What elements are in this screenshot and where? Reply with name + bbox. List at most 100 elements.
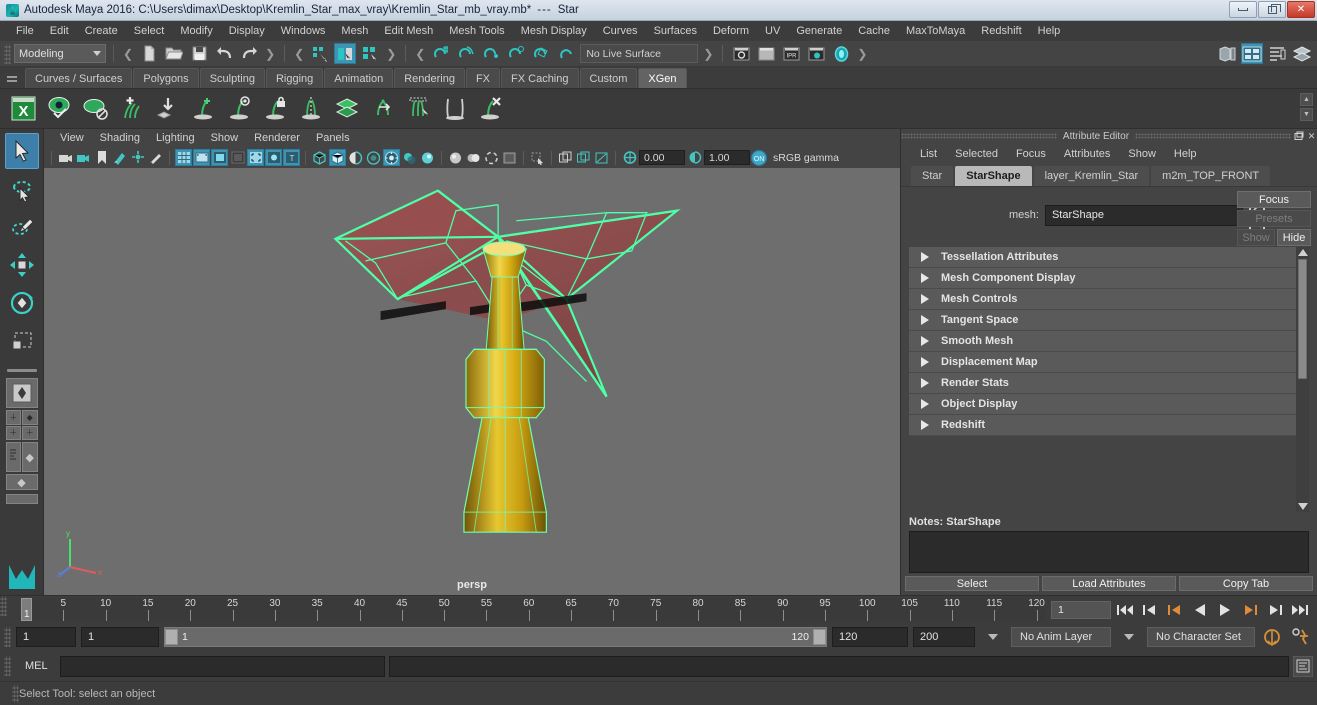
snap-to-point-icon[interactable]	[480, 43, 502, 64]
shelf-tab-rendering[interactable]: Rendering	[394, 68, 465, 88]
command-input[interactable]	[59, 655, 385, 677]
range-start-field[interactable]: 1	[81, 627, 159, 647]
textured-icon[interactable]	[365, 149, 382, 166]
close-icon[interactable]: ✕	[1306, 131, 1317, 142]
ae-tab-m2m-top-front[interactable]: m2m_TOP_FRONT	[1151, 166, 1271, 186]
panel-display-icon[interactable]	[575, 149, 592, 166]
section-mesh-component-display[interactable]: Mesh Component Display	[909, 268, 1309, 289]
menu-uv[interactable]: UV	[757, 23, 788, 39]
menu-edit-mesh[interactable]: Edit Mesh	[376, 23, 441, 39]
step-forward-frame-icon[interactable]	[1239, 600, 1261, 620]
menu-mesh[interactable]: Mesh	[333, 23, 376, 39]
channel-box-toggle-icon[interactable]	[1266, 43, 1288, 64]
menu-surfaces[interactable]: Surfaces	[646, 23, 705, 39]
section-redshift[interactable]: Redshift	[909, 415, 1309, 436]
scale-tool[interactable]	[5, 323, 39, 359]
menu-deform[interactable]: Deform	[705, 23, 757, 39]
single-perspective-layout[interactable]	[5, 378, 38, 408]
animation-start-field[interactable]: 1	[16, 627, 76, 647]
live-surface-field[interactable]: No Live Surface	[580, 44, 699, 63]
snap-to-curve-icon[interactable]	[455, 43, 477, 64]
xgen-mirror-guide-icon[interactable]	[296, 94, 326, 124]
menu-generate[interactable]: Generate	[788, 23, 850, 39]
load-attributes-button[interactable]: Load Attributes	[1042, 576, 1176, 591]
focus-button[interactable]: Focus	[1237, 191, 1311, 208]
minimize-button[interactable]	[1229, 1, 1257, 18]
anim-layer-dropdown-arrow[interactable]	[980, 627, 1006, 647]
ae-tab-starshape[interactable]: StarShape	[955, 166, 1032, 186]
snap-to-grid-icon[interactable]	[430, 43, 452, 64]
xgen-add-description-icon[interactable]	[116, 94, 146, 124]
shelf-tab-xgen[interactable]: XGen	[638, 68, 687, 88]
safe-title-icon[interactable]: T	[283, 149, 300, 166]
isolate-select-icon[interactable]	[557, 149, 574, 166]
animation-preferences-icon[interactable]	[1289, 626, 1313, 648]
save-scene-icon[interactable]	[188, 43, 210, 64]
expand-arrow-icon-4[interactable]: ❯	[855, 47, 869, 61]
shelf-scroll-up-button[interactable]: ▲	[1300, 93, 1313, 106]
collapse-arrow-icon[interactable]: ❮	[121, 47, 135, 61]
menu-redshift[interactable]: Redshift	[973, 23, 1029, 39]
timeslider-grip[interactable]	[0, 596, 7, 616]
exposure-field[interactable]: 0.00	[639, 150, 685, 165]
undock-icon[interactable]	[1293, 131, 1304, 142]
menuset-selector[interactable]: Modeling	[14, 44, 106, 63]
section-smooth-mesh[interactable]: Smooth Mesh	[909, 331, 1309, 352]
play-backwards-icon[interactable]	[1189, 600, 1211, 620]
select-tool[interactable]	[4, 133, 39, 169]
section-object-display[interactable]: Object Display	[909, 394, 1309, 415]
viewport-menu-view[interactable]: View	[52, 131, 92, 145]
expand-arrow-icon-2[interactable]: ❯	[384, 47, 398, 61]
select-by-object-icon[interactable]	[334, 43, 357, 64]
exposure-icon[interactable]	[621, 149, 638, 166]
xray-icon[interactable]	[483, 149, 500, 166]
section-render-stats[interactable]: Render Stats	[909, 373, 1309, 394]
viewport-menu-renderer[interactable]: Renderer	[246, 131, 308, 145]
grease-pencil-icon[interactable]	[147, 149, 164, 166]
menu-maxtomaya[interactable]: MaxToMaya	[898, 23, 973, 39]
character-set-dropdown-arrow[interactable]	[1116, 627, 1142, 647]
new-scene-icon[interactable]	[138, 43, 160, 64]
collapse-arrow-icon-3[interactable]: ❮	[413, 47, 427, 61]
viewport-menu-panels[interactable]: Panels	[308, 131, 358, 145]
restore-button[interactable]	[1258, 1, 1286, 18]
ae-menu-attributes[interactable]: Attributes	[1055, 146, 1119, 162]
kremlin-star-model[interactable]	[44, 168, 900, 595]
anim-layer-select[interactable]: No Anim Layer	[1011, 627, 1111, 647]
shelf-tab-curves-surfaces[interactable]: Curves / Surfaces	[25, 68, 133, 88]
menu-help[interactable]: Help	[1030, 23, 1069, 39]
panel-drag-dots-left[interactable]	[901, 133, 1057, 139]
xray-joints-icon[interactable]	[501, 149, 518, 166]
step-forward-keyframe-icon[interactable]	[1264, 600, 1286, 620]
ae-tab-star[interactable]: Star	[911, 166, 954, 186]
viewport-menu-lighting[interactable]: Lighting	[148, 131, 203, 145]
viewport-menu-shading[interactable]: Shading	[92, 131, 148, 145]
menu-cache[interactable]: Cache	[850, 23, 898, 39]
range-start-handle[interactable]	[165, 629, 178, 645]
shelf-tab-sculpting[interactable]: Sculpting	[199, 68, 265, 88]
wireframe-shading-icon[interactable]	[311, 149, 328, 166]
grid-display-icon[interactable]	[593, 149, 610, 166]
grid-toggle-icon[interactable]	[175, 149, 192, 166]
multisample-icon[interactable]	[465, 149, 482, 166]
xgen-preview-icon[interactable]	[44, 94, 74, 124]
step-back-keyframe-icon[interactable]	[1139, 600, 1161, 620]
section-mesh-controls[interactable]: Mesh Controls	[909, 289, 1309, 310]
attribute-sections-scrollbar[interactable]	[1296, 247, 1309, 512]
gate-mask-icon[interactable]	[229, 149, 246, 166]
smooth-shade-all-icon[interactable]	[329, 149, 346, 166]
scroll-up-arrow-icon[interactable]	[1297, 249, 1308, 256]
play-forwards-icon[interactable]	[1214, 600, 1236, 620]
motion-blur-icon[interactable]	[447, 149, 464, 166]
shelf-menu-icon[interactable]	[4, 70, 20, 88]
render-current-frame-icon[interactable]	[730, 43, 752, 64]
xgen-lock-guide-icon[interactable]	[260, 94, 290, 124]
range-bar[interactable]: 1 120	[164, 627, 827, 647]
shelf-tab-polygons[interactable]: Polygons	[133, 68, 199, 88]
go-to-start-icon[interactable]	[1114, 600, 1136, 620]
xgen-import-collection-icon[interactable]	[152, 94, 182, 124]
select-by-hierarchy-icon[interactable]	[309, 43, 331, 64]
ae-menu-selected[interactable]: Selected	[946, 146, 1007, 162]
resolution-gate-icon[interactable]	[211, 149, 228, 166]
shelf-scroll-down-button[interactable]: ▼	[1300, 108, 1313, 121]
